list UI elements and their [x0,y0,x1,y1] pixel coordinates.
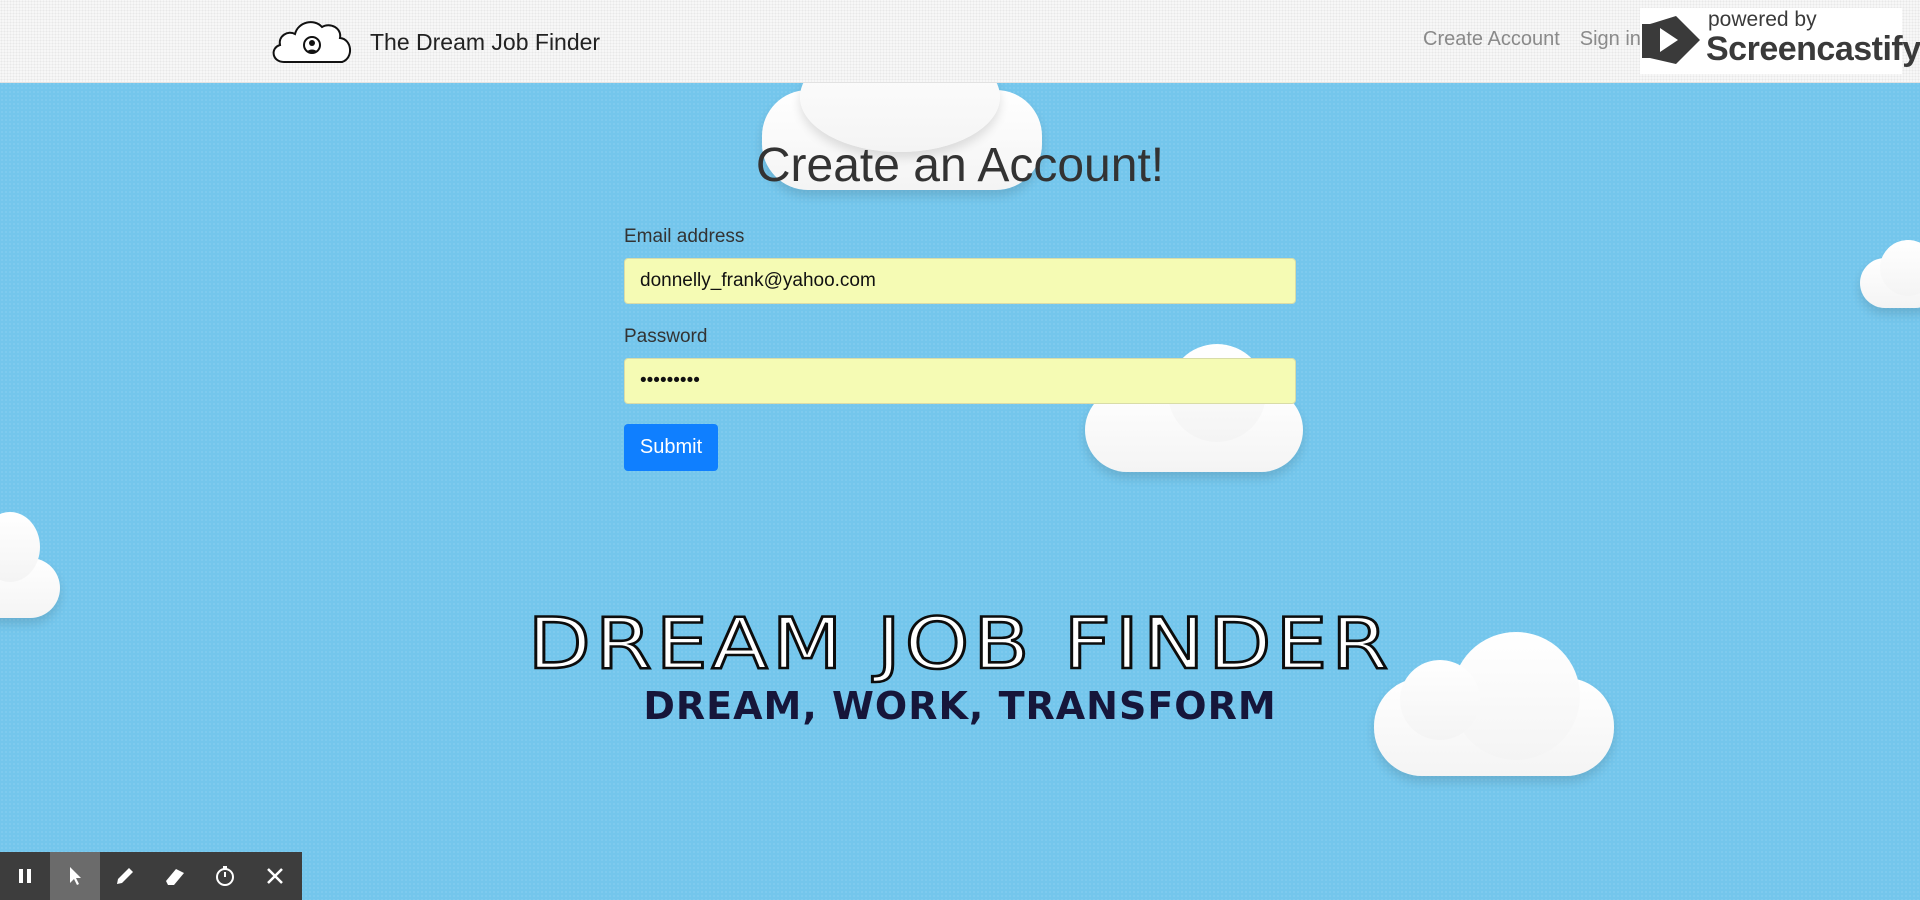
cursor-tool-button[interactable] [50,852,100,900]
screencastify-logo-icon [1642,16,1700,64]
screencastify-powered-by: powered by [1708,8,1817,31]
close-icon [267,868,283,884]
email-label: Email address [624,226,745,247]
nav-links: Create Account Sign in [1423,28,1641,51]
sky-background [0,82,1920,900]
pen-icon [117,868,133,884]
nav-create-account-link[interactable]: Create Account [1423,28,1560,51]
password-label: Password [624,326,708,347]
screencastify-name: Screencastify [1706,30,1920,68]
timer-tool-button[interactable] [200,852,250,900]
password-input[interactable] [624,358,1296,404]
pause-icon [19,869,31,883]
recording-toolbar [0,852,302,900]
nav-sign-in-link[interactable]: Sign in [1580,28,1641,51]
hero-title: DREAM JOB FINDER [526,603,1393,686]
hero-tagline: DREAM, WORK, TRANSFORM [643,684,1277,728]
page-title: Create an Account! [755,139,1165,192]
brand-title: The Dream Job Finder [370,28,601,55]
submit-button[interactable]: Submit [624,424,718,471]
email-input[interactable] [624,258,1296,304]
hero-logo: DREAM JOB FINDER DREAM, WORK, TRANSFORM [0,600,1920,728]
cursor-icon [70,867,81,885]
pen-tool-button[interactable] [100,852,150,900]
brand[interactable]: The Dream Job Finder [268,14,600,70]
create-account-form: Email address Password Submit [624,226,1296,471]
pause-button[interactable] [0,852,50,900]
eraser-tool-button[interactable] [150,852,200,900]
timer-icon [216,866,234,886]
navbar: The Dream Job Finder Create Account Sign… [0,0,1920,83]
close-tool-button[interactable] [250,852,300,900]
screencastify-watermark: powered by Screencastify [1640,8,1920,74]
eraser-icon [166,869,184,885]
cloud-logo-icon [272,21,351,63]
